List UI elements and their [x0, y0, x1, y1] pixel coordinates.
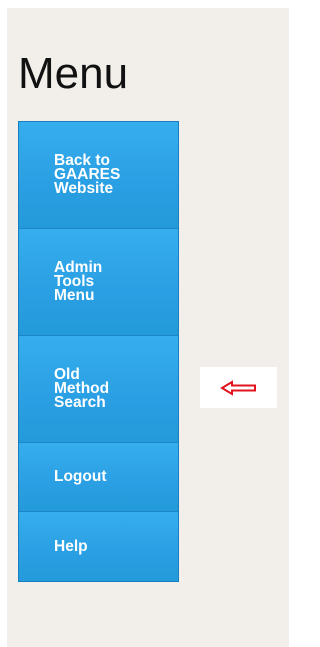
menu-item-back-to-website[interactable]: Back to GAARES Website — [19, 122, 178, 229]
menu-item-label: Help — [54, 537, 88, 555]
page-title: Menu — [18, 49, 129, 98]
menu-item-admin-tools[interactable]: Admin Tools Menu — [19, 229, 178, 336]
annotation-callout — [200, 367, 277, 408]
menu-list: Back to GAARES Website Admin Tools Menu … — [18, 121, 179, 582]
menu-item-label: Logout — [54, 468, 107, 485]
menu-item-old-method-search[interactable]: Old Method Search — [19, 336, 178, 443]
menu-item-logout[interactable]: Logout — [19, 443, 178, 512]
left-arrow-icon — [219, 379, 256, 396]
menu-item-label: Admin Tools Menu — [54, 259, 103, 304]
menu-item-label: Back to GAARES Website — [54, 152, 121, 197]
menu-item-help[interactable]: Help — [19, 512, 178, 581]
menu-item-label: Old Method Search — [54, 366, 110, 411]
